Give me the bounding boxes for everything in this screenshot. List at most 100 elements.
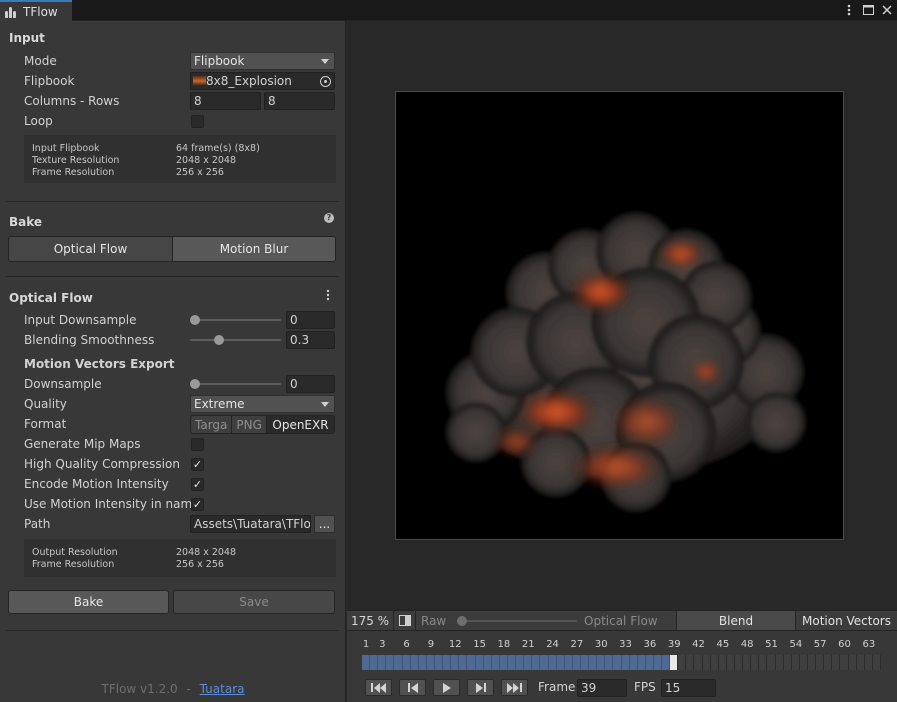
blend-toggle[interactable]: Blend xyxy=(676,611,796,630)
motion-vectors-toggle[interactable]: Motion Vectors xyxy=(796,611,897,630)
timeline-frame[interactable] xyxy=(776,655,784,670)
browse-path-button[interactable]: ... xyxy=(314,515,335,533)
timeline-frame[interactable] xyxy=(418,655,427,670)
timeline-frame[interactable] xyxy=(808,655,817,670)
raw-optical-flow-slider[interactable] xyxy=(457,612,577,630)
slider-knob[interactable] xyxy=(214,335,225,345)
timeline-current-frame[interactable] xyxy=(670,655,679,670)
timeline-frame[interactable] xyxy=(873,655,881,670)
timeline-frame[interactable] xyxy=(792,655,800,670)
previous-frame-button[interactable] xyxy=(399,679,426,696)
rows-input[interactable]: 8 xyxy=(264,92,335,110)
timeline-frame[interactable] xyxy=(410,655,419,670)
timeline-frame[interactable] xyxy=(849,655,857,670)
help-icon[interactable]: ? xyxy=(324,213,334,223)
save-button[interactable]: Save xyxy=(173,590,335,614)
timeline-frame[interactable] xyxy=(434,655,444,670)
timeline-frame[interactable] xyxy=(556,655,565,670)
timeline-frame[interactable] xyxy=(743,655,752,670)
timeline-frame[interactable] xyxy=(491,655,500,670)
path-input[interactable]: Assets\Tuatara\TFlo xyxy=(190,515,311,533)
timeline-frame[interactable] xyxy=(589,655,598,670)
kebab-menu-icon[interactable] xyxy=(326,289,330,304)
timeline-frame[interactable] xyxy=(824,655,833,670)
timeline-frame[interactable] xyxy=(759,655,768,670)
timeline-frame[interactable] xyxy=(597,655,606,670)
timeline-frame[interactable] xyxy=(678,655,687,670)
timeline-frame[interactable] xyxy=(483,655,492,670)
timeline-frame[interactable] xyxy=(426,655,435,670)
use-motion-intensity-checkbox[interactable]: ✓ xyxy=(191,498,204,511)
timeline-frame[interactable] xyxy=(532,655,541,670)
timeline-frame[interactable] xyxy=(686,655,695,670)
timeline-frame[interactable] xyxy=(459,655,468,670)
frame-input[interactable]: 39 xyxy=(577,679,627,697)
split-view-icon[interactable] xyxy=(394,611,416,630)
hq-compression-checkbox[interactable]: ✓ xyxy=(191,458,204,471)
timeline-frames[interactable] xyxy=(362,655,881,670)
timeline-frame[interactable] xyxy=(857,655,865,670)
timeline-frame[interactable] xyxy=(564,655,573,670)
timeline-frame[interactable] xyxy=(727,655,736,670)
generate-mip-maps-checkbox[interactable] xyxy=(191,438,204,451)
timeline-frame[interactable] xyxy=(703,655,711,670)
timeline-frame[interactable] xyxy=(378,655,387,670)
timeline-frame[interactable] xyxy=(662,655,671,670)
timeline-frame[interactable] xyxy=(386,655,395,670)
play-button[interactable] xyxy=(433,679,460,696)
timeline-frame[interactable] xyxy=(362,655,371,670)
timeline-frame[interactable] xyxy=(443,655,452,670)
timeline-frame[interactable] xyxy=(711,655,719,670)
tab-optical-flow[interactable]: Optical Flow xyxy=(9,237,173,261)
tab-tflow[interactable]: TFlow xyxy=(0,0,72,21)
timeline-frame[interactable] xyxy=(840,655,849,670)
slider-knob[interactable] xyxy=(190,379,200,389)
input-downsample-input[interactable]: 0 xyxy=(286,311,335,329)
more-options-icon[interactable] xyxy=(843,2,855,18)
timeline-frame[interactable] xyxy=(629,655,638,670)
format-targa[interactable]: Targa xyxy=(191,416,233,433)
flipbook-field[interactable]: 8x8_Explosion xyxy=(190,72,335,90)
downsample-slider[interactable] xyxy=(190,375,281,393)
zoom-level[interactable]: 175 % xyxy=(347,611,394,630)
timeline-frame[interactable] xyxy=(524,655,533,670)
timeline-frame[interactable] xyxy=(507,655,517,670)
timeline-frame[interactable] xyxy=(402,655,411,670)
downsample-input[interactable]: 0 xyxy=(286,375,335,393)
timeline-frame[interactable] xyxy=(499,655,508,670)
encode-motion-intensity-checkbox[interactable]: ✓ xyxy=(191,478,204,491)
loop-checkbox[interactable] xyxy=(191,115,204,128)
close-icon[interactable] xyxy=(881,2,893,18)
timeline-frame[interactable] xyxy=(784,655,792,670)
next-frame-button[interactable] xyxy=(467,679,494,696)
timeline-frame[interactable] xyxy=(865,655,873,670)
timeline-frame[interactable] xyxy=(735,655,744,670)
timeline-frame[interactable] xyxy=(637,655,646,670)
timeline-frame[interactable] xyxy=(540,655,549,670)
timeline-frame[interactable] xyxy=(694,655,703,670)
timeline-frame[interactable] xyxy=(394,655,403,670)
maximize-icon[interactable] xyxy=(862,2,874,18)
timeline-frame[interactable] xyxy=(621,655,630,670)
last-frame-button[interactable] xyxy=(501,679,528,696)
timeline-frame[interactable] xyxy=(467,655,476,670)
bake-button[interactable]: Bake xyxy=(8,590,169,614)
timeline-frame[interactable] xyxy=(719,655,727,670)
timeline-frame[interactable] xyxy=(653,655,663,670)
mode-dropdown[interactable]: Flipbook xyxy=(190,52,335,70)
fps-input[interactable]: 15 xyxy=(661,679,716,697)
tuatara-link[interactable]: Tuatara xyxy=(200,682,245,696)
timeline-frame[interactable] xyxy=(572,655,581,670)
quality-dropdown[interactable]: Extreme xyxy=(190,395,335,413)
timeline-frame[interactable] xyxy=(751,655,760,670)
timeline-frame[interactable] xyxy=(548,655,557,670)
blending-smoothness-slider[interactable] xyxy=(190,331,281,349)
timeline-frame[interactable] xyxy=(516,655,525,670)
format-openexr[interactable]: OpenEXR xyxy=(266,416,334,433)
format-png[interactable]: PNG xyxy=(232,416,267,433)
timeline-frame[interactable] xyxy=(605,655,614,670)
slider-knob[interactable] xyxy=(190,315,200,325)
timeline-frame[interactable] xyxy=(767,655,776,670)
timeline-frame[interactable] xyxy=(645,655,654,670)
blending-smoothness-input[interactable]: 0.3 xyxy=(286,331,335,349)
